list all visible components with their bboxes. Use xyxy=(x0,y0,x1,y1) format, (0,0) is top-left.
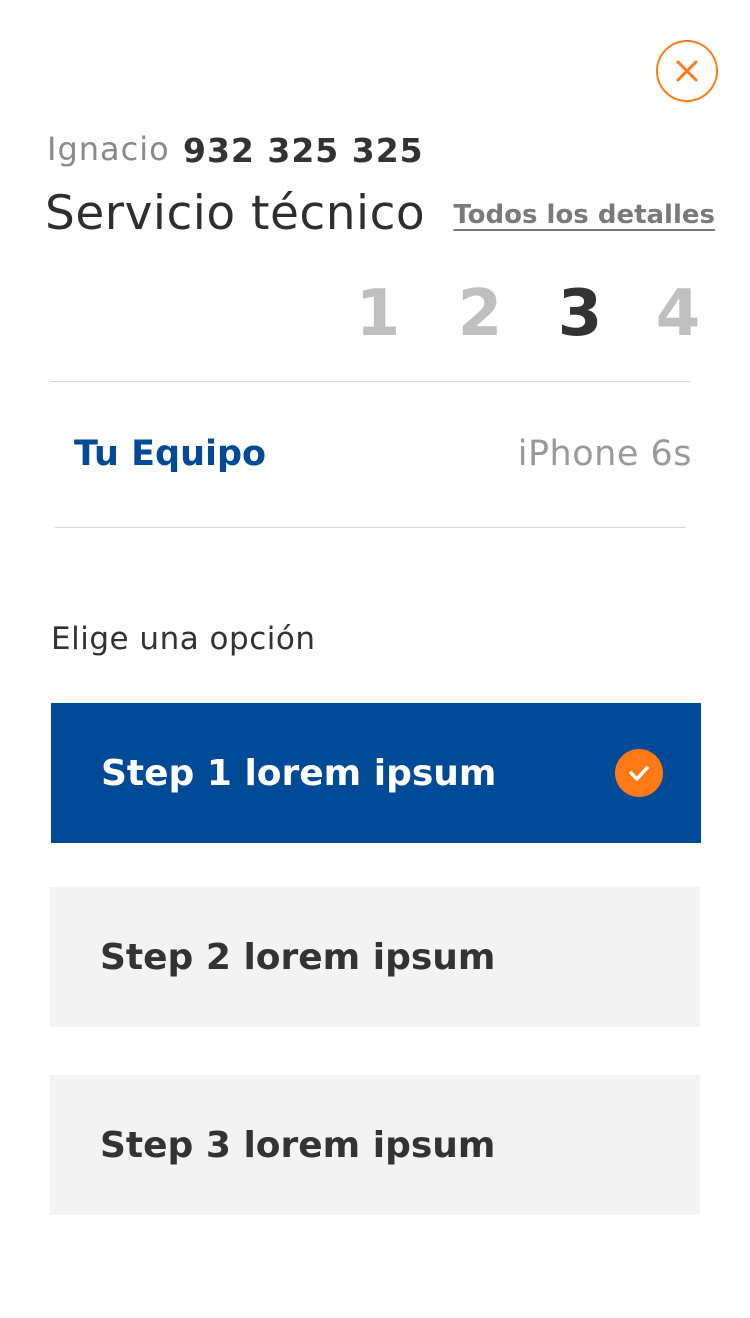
step-3-current: 3 xyxy=(557,277,603,351)
option-step-2[interactable]: Step 2 lorem ipsum xyxy=(50,887,700,1027)
divider-top xyxy=(50,381,690,382)
option-step-3[interactable]: Step 3 lorem ipsum xyxy=(50,1075,700,1215)
option-step-1[interactable]: Step 1 lorem ipsum xyxy=(51,703,701,843)
check-icon xyxy=(615,749,663,797)
close-icon xyxy=(676,60,698,82)
user-name: Ignacio xyxy=(47,130,170,168)
step-4: 4 xyxy=(655,277,701,351)
page-title: Servicio técnico xyxy=(45,186,426,241)
choose-option-label: Elige una opción xyxy=(51,621,316,657)
device-value: iPhone 6s xyxy=(517,434,692,474)
step-indicator: 1 2 3 4 xyxy=(0,276,750,356)
option-label: Step 2 lorem ipsum xyxy=(100,936,496,978)
step-2: 2 xyxy=(457,277,503,351)
option-label: Step 3 lorem ipsum xyxy=(100,1124,496,1166)
user-phone: 932 325 325 xyxy=(183,131,424,170)
option-label: Step 1 lorem ipsum xyxy=(101,752,497,794)
close-button[interactable] xyxy=(656,40,718,102)
step-1: 1 xyxy=(355,277,401,351)
device-label: Tu Equipo xyxy=(74,434,267,474)
details-link[interactable]: Todos los detalles xyxy=(453,200,715,230)
divider-bottom xyxy=(55,527,686,528)
